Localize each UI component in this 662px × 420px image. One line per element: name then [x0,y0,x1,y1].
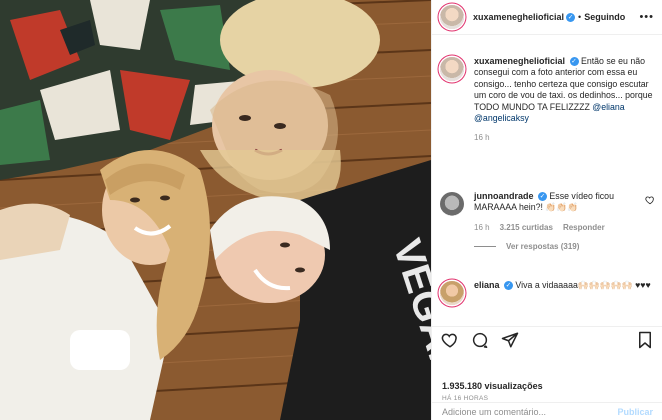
view-replies-label: Ver respostas (319) [506,242,580,251]
post-time-ago[interactable]: HÁ 16 HORAS [442,395,488,402]
post-header: xuxameneghelioficial ✓ • Seguindo ••• [432,0,662,35]
avatar[interactable] [440,5,464,29]
comment-username[interactable]: junnoandrade [474,191,534,201]
verified-badge-icon: ✓ [537,192,547,202]
avatar[interactable] [440,192,464,216]
mention-link[interactable]: @eliana [592,102,624,112]
bookmark-icon[interactable] [636,331,654,349]
publish-button[interactable]: Publicar [617,407,653,417]
comment-item: junnoandrade ✓ Esse vídeo ficou MARAAAA … [440,191,655,251]
comment-time[interactable]: 16 h [474,223,490,232]
comments-area[interactable]: xuxameneghelioficial ✓ Então se eu não c… [432,48,662,318]
comment-bubble-icon[interactable] [471,331,489,349]
more-options-icon[interactable]: ••• [639,11,654,23]
caption-username[interactable]: xuxameneghelioficial [474,56,565,66]
comment-username[interactable]: eliana [474,280,500,290]
like-comment-heart-icon[interactable] [645,195,655,205]
share-send-icon[interactable] [501,331,519,349]
avatar[interactable] [440,57,464,81]
post-media[interactable]: VEGAN [0,0,431,420]
post-side-panel: xuxameneghelioficial ✓ • Seguindo ••• xu… [431,0,662,420]
verified-badge-icon: ✓ [566,12,576,22]
avatar[interactable] [440,281,464,305]
post-actions-bar [432,326,662,352]
comment-input[interactable]: Adicione um comentário... [442,407,546,417]
comment-text: Viva a vidaaaaa🙌🏻🙌🏻🙌🏻🙌🏻🙌🏻 ♥♥♥ [515,280,651,290]
add-comment-bar: Adicione um comentário... Publicar [432,402,662,420]
comment-item: eliana ✓ Viva a vidaaaaa🙌🏻🙌🏻🙌🏻🙌🏻🙌🏻 ♥♥♥ [440,280,655,305]
view-replies-button[interactable]: Ver respostas (319) [474,242,655,251]
replies-divider [474,246,496,247]
views-count[interactable]: 1.935.180 visualizações [442,381,543,391]
separator-dot: • [578,12,582,22]
comment-text-block: eliana ✓ Viva a vidaaaaa🙌🏻🙌🏻🙌🏻🙌🏻🙌🏻 ♥♥♥ [474,280,655,291]
following-button[interactable]: Seguindo [584,12,625,22]
comment-likes[interactable]: 3.215 curtidas [500,223,553,232]
author-username[interactable]: xuxameneghelioficial [473,12,564,22]
video-frame: VEGAN [0,0,431,420]
caption-text-block: xuxameneghelioficial ✓ Então se eu não c… [474,56,655,124]
reply-button[interactable]: Responder [563,223,605,232]
comment-text-block: junnoandrade ✓ Esse vídeo ficou MARAAAA … [474,191,639,214]
mention-link[interactable]: @angelicaksy [474,113,529,123]
like-heart-icon[interactable] [441,331,459,349]
caption: xuxameneghelioficial ✓ Então se eu não c… [440,56,655,142]
verified-badge-icon: ✓ [569,57,579,67]
verified-badge-icon: ✓ [503,281,513,291]
caption-time[interactable]: 16 h [474,133,490,142]
